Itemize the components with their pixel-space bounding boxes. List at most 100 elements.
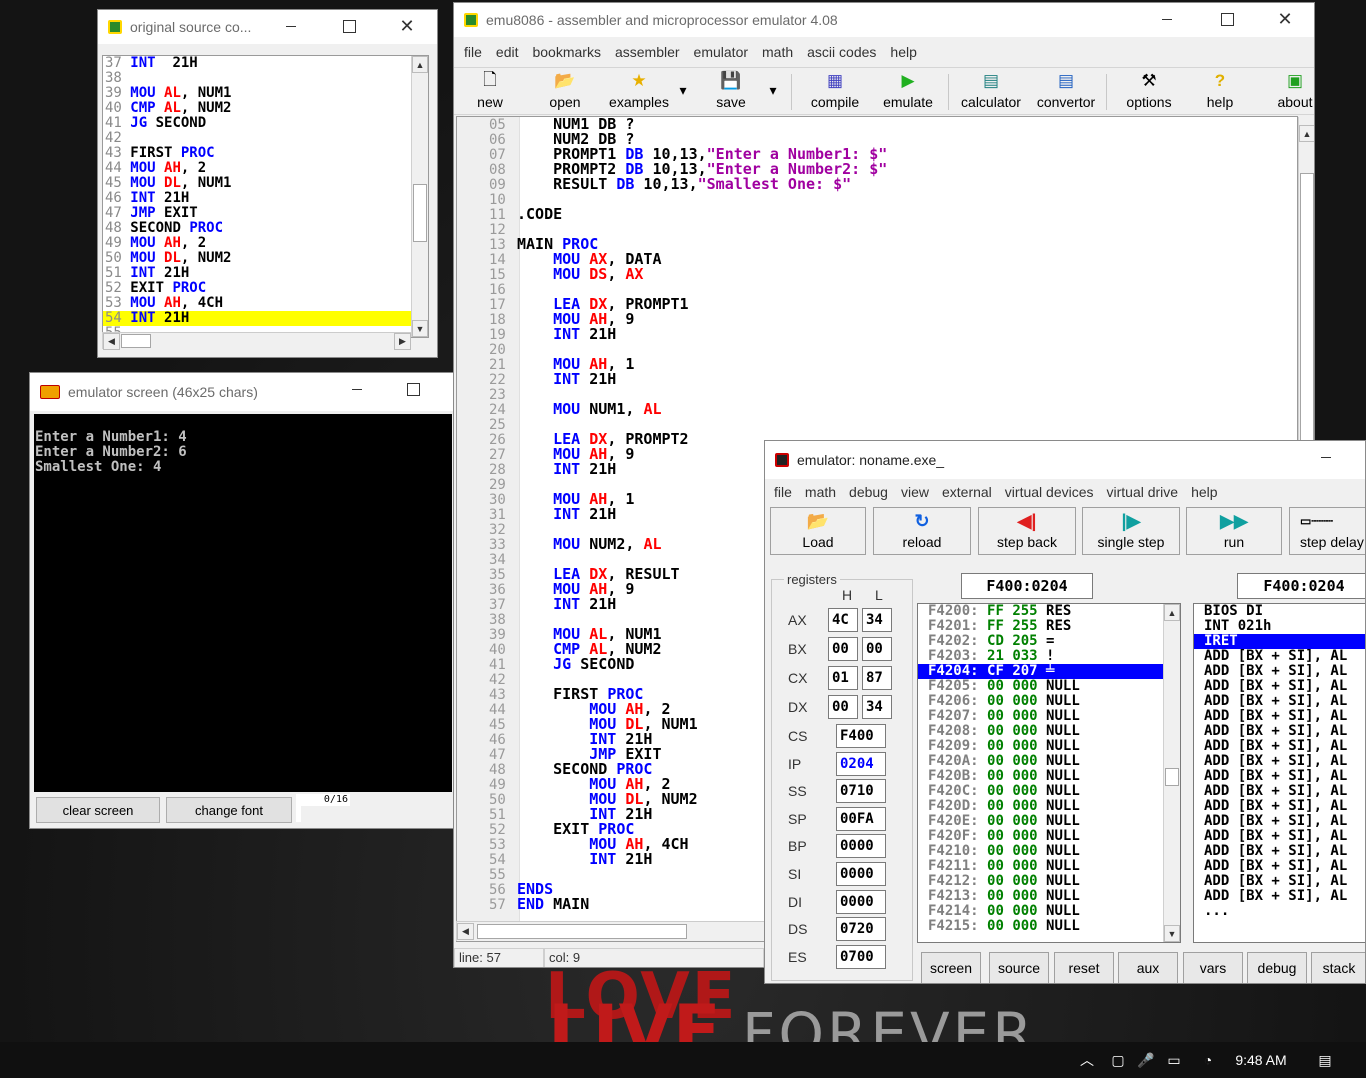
memory-row[interactable]: F4203: 21 033 ! — [918, 649, 1180, 664]
register-high-byte[interactable]: 4C — [828, 608, 858, 632]
minimize-button[interactable] — [334, 373, 380, 405]
disassembly-row[interactable]: ADD [BX + SI], AL — [1194, 814, 1365, 829]
source-line[interactable]: 54 INT 21H — [103, 311, 428, 326]
menu-ascii-codes[interactable]: ascii codes — [807, 44, 876, 60]
scroll-up-icon[interactable]: ▲ — [1299, 125, 1314, 142]
screen-titlebar[interactable]: emulator screen (46x25 chars) — [30, 373, 454, 411]
source-line[interactable]: 41 JG SECOND — [103, 116, 428, 131]
options-button[interactable]: ⚒ options — [1120, 70, 1178, 114]
memory-row[interactable]: F4206: 00 000 NULL — [918, 694, 1180, 709]
source-line[interactable]: 46 INT 21H — [103, 191, 428, 206]
source-titlebar[interactable]: original source co... ✕ — [98, 10, 437, 44]
memory-row[interactable]: F4209: 00 000 NULL — [918, 739, 1180, 754]
close-button[interactable]: ✕ — [384, 10, 430, 42]
disassembly-row[interactable]: ADD [BX + SI], AL — [1194, 694, 1365, 709]
menu-assembler[interactable]: assembler — [615, 44, 680, 60]
disassembly-row[interactable]: ADD [BX + SI], AL — [1194, 844, 1365, 859]
register-value[interactable]: 0000 — [836, 834, 886, 859]
menu-view[interactable]: view — [901, 484, 929, 500]
aux-button[interactable]: aux — [1118, 952, 1178, 983]
memory-scrollbar[interactable]: ▲ ▼ — [1163, 604, 1180, 942]
disassembly-row[interactable]: INT 021h — [1194, 619, 1365, 634]
disassembly-row[interactable]: ADD [BX + SI], AL — [1194, 664, 1365, 679]
memory-row[interactable]: F420C: 00 000 NULL — [918, 784, 1180, 799]
register-low-byte[interactable]: 00 — [862, 637, 892, 661]
disassembly-row[interactable]: ADD [BX + SI], AL — [1194, 769, 1365, 784]
menu-virtual-devices[interactable]: virtual devices — [1005, 484, 1094, 500]
scroll-thumb[interactable] — [1165, 768, 1179, 786]
hscroll-thumb[interactable] — [121, 334, 151, 348]
menu-external[interactable]: external — [942, 484, 992, 500]
stack-button[interactable]: stack — [1311, 952, 1365, 983]
register-value[interactable]: 0000 — [836, 889, 886, 914]
counter-slider[interactable] — [296, 806, 301, 822]
memory-row[interactable]: F4214: 00 000 NULL — [918, 904, 1180, 919]
minimize-button[interactable] — [1303, 441, 1349, 473]
register-value[interactable]: 0720 — [836, 917, 886, 942]
debugger-titlebar[interactable]: emulator: noname.exe_ — [765, 441, 1365, 479]
disassembly-row[interactable]: ADD [BX + SI], AL — [1194, 649, 1365, 664]
menu-debug[interactable]: debug — [849, 484, 888, 500]
source-line[interactable]: 37 INT 21H — [103, 56, 428, 71]
emulate-button[interactable]: ▶ emulate — [878, 70, 938, 114]
code-line[interactable]: 22 INT 21H — [457, 372, 887, 388]
menu-math[interactable]: math — [805, 484, 836, 500]
source-line[interactable]: 49 MOU AH, 2 — [103, 236, 428, 251]
source-line[interactable]: 42 — [103, 131, 428, 146]
memory-row[interactable]: F4211: 00 000 NULL — [918, 859, 1180, 874]
clock-time[interactable]: 9:48 AM — [1228, 1042, 1294, 1078]
reload-button[interactable]: ↻ reload — [873, 507, 971, 555]
menu-virtual-drive[interactable]: virtual drive — [1107, 484, 1179, 500]
disassembly-row[interactable]: ADD [BX + SI], AL — [1194, 859, 1365, 874]
memory-row[interactable]: F420B: 00 000 NULL — [918, 769, 1180, 784]
emulator-screen-window[interactable]: emulator screen (46x25 chars) Enter a Nu… — [29, 372, 455, 829]
memory-row[interactable]: F4207: 00 000 NULL — [918, 709, 1180, 724]
source-line[interactable]: 48 SECOND PROC — [103, 221, 428, 236]
disassembly-row[interactable]: ADD [BX + SI], AL — [1194, 799, 1365, 814]
run-button[interactable]: ▶▶ run — [1186, 507, 1282, 555]
memory-row[interactable]: F4215: 00 000 NULL — [918, 919, 1180, 934]
reset-button[interactable]: reset — [1054, 952, 1114, 983]
memory-list[interactable]: F4200: FF 255 RES F4201: FF 255 RES F4202:… — [917, 603, 1181, 943]
scroll-up-icon[interactable]: ▲ — [1164, 604, 1180, 621]
menu-file[interactable]: file — [774, 484, 792, 500]
source-line[interactable]: 53 MOU AH, 4CH — [103, 296, 428, 311]
convertor-button[interactable]: ▤ convertor — [1032, 70, 1100, 114]
maximize-button[interactable] — [1204, 3, 1250, 35]
memory-row[interactable]: F4205: 00 000 NULL — [918, 679, 1180, 694]
menu-help[interactable]: help — [1191, 484, 1217, 500]
memory-row[interactable]: F4201: FF 255 RES — [918, 619, 1180, 634]
scroll-up-icon[interactable]: ▲ — [412, 56, 428, 73]
battery-icon[interactable]: ▭ — [1162, 1042, 1186, 1078]
debug-button[interactable]: debug — [1247, 952, 1307, 983]
menu-emulator[interactable]: emulator — [694, 44, 748, 60]
disassembly-row[interactable]: ... — [1194, 904, 1365, 919]
disassembly-row[interactable]: ADD [BX + SI], AL — [1194, 874, 1365, 889]
code-line[interactable]: 11 .CODE — [457, 207, 887, 223]
register-value[interactable]: F400 — [836, 724, 886, 748]
source-line[interactable]: 52 EXIT PROC — [103, 281, 428, 296]
code-line[interactable]: 09 RESULT DB 10,13,"Smallest One: $" — [457, 177, 887, 193]
microphone-icon[interactable]: 🎤 — [1136, 1042, 1156, 1078]
disassembly-row[interactable]: ADD [BX + SI], AL — [1194, 889, 1365, 904]
minimize-button[interactable] — [1144, 3, 1190, 35]
hscroll-thumb[interactable] — [477, 924, 687, 939]
disassembly-row[interactable]: ADD [BX + SI], AL — [1194, 724, 1365, 739]
step-delay-slider[interactable]: ▭┄┄┄ step delay — [1289, 507, 1365, 555]
source-horizontal-scrollbar[interactable]: ◀ ▶ — [102, 332, 411, 350]
memory-row[interactable]: F4212: 00 000 NULL — [918, 874, 1180, 889]
register-value[interactable]: 0000 — [836, 862, 886, 886]
disassembly-row[interactable]: ADD [BX + SI], AL — [1194, 739, 1365, 754]
code-line[interactable]: 24 MOU NUM1, AL — [457, 402, 887, 418]
calculator-button[interactable]: ▤ calculator — [957, 70, 1025, 114]
register-low-byte[interactable]: 34 — [862, 695, 892, 719]
open-button[interactable]: 📂 open — [542, 70, 588, 114]
clear-screen-button[interactable]: clear screen — [36, 797, 160, 823]
register-low-byte[interactable]: 87 — [862, 666, 892, 690]
register-value[interactable]: 0700 — [836, 944, 886, 969]
menu-math[interactable]: math — [762, 44, 793, 60]
disassembly-row[interactable]: BIOS DI — [1194, 604, 1365, 619]
scroll-left-icon[interactable]: ◀ — [457, 923, 474, 940]
memory-row[interactable]: F4200: FF 255 RES — [918, 604, 1180, 619]
memory-row[interactable]: F4208: 00 000 NULL — [918, 724, 1180, 739]
